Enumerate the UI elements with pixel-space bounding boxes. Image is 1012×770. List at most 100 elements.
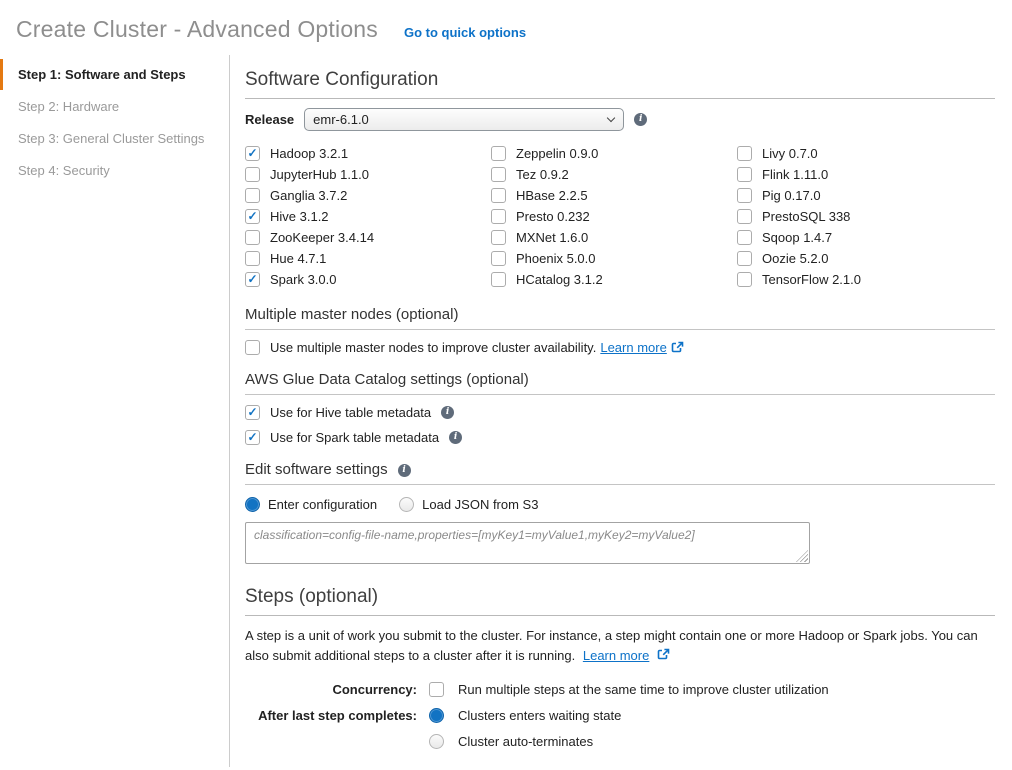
release-label: Release [245,112,294,127]
glue-spark-info-icon[interactable] [449,431,462,444]
application-row: Spark 3.0.0 [245,269,491,290]
concurrency-checkbox-label: Run multiple steps at the same time to i… [458,682,829,697]
application-label: Phoenix 5.0.0 [516,251,596,266]
application-label: HCatalog 3.1.2 [516,272,603,287]
application-checkbox[interactable] [737,230,752,245]
application-label: Oozie 5.2.0 [762,251,829,266]
auto-terminate-radio[interactable] [429,734,444,749]
main-content: Software Configuration Release emr-6.1.0… [230,55,1012,767]
application-checkbox[interactable] [245,272,260,287]
waiting-state-radio[interactable] [429,708,444,723]
load-json-s3-radio[interactable] [399,497,414,512]
application-label: PrestoSQL 338 [762,209,850,224]
glue-hive-checkbox[interactable] [245,405,260,420]
glue-spark-row: Use for Spark table metadata [245,430,995,445]
application-label: HBase 2.2.5 [516,188,588,203]
application-label: Livy 0.7.0 [762,146,818,161]
concurrency-row: Concurrency: Run multiple steps at the s… [245,682,995,697]
application-checkbox[interactable] [245,188,260,203]
application-checkbox[interactable] [491,188,506,203]
page-title: Create Cluster - Advanced Options [16,16,378,43]
edit-software-settings-heading: Edit software settings [245,461,995,485]
application-checkbox[interactable] [491,146,506,161]
application-label: Hive 3.1.2 [270,209,329,224]
page-header: Create Cluster - Advanced Options Go to … [0,0,1012,43]
glue-settings-heading: AWS Glue Data Catalog settings (optional… [245,371,995,395]
application-label: MXNet 1.6.0 [516,230,588,245]
application-label: Hadoop 3.2.1 [270,146,348,161]
application-row: Livy 0.7.0 [737,143,983,164]
application-row: Tez 0.9.2 [491,164,737,185]
multiple-master-checkbox[interactable] [245,340,260,355]
release-row: Release emr-6.1.0 [245,108,995,131]
after-last-step-row: After last step completes: Clusters ente… [245,708,995,723]
create-cluster-page: Create Cluster - Advanced Options Go to … [0,0,1012,770]
application-checkbox[interactable] [245,146,260,161]
multiple-master-nodes-row: Use multiple master nodes to improve clu… [245,340,995,355]
application-checkbox[interactable] [737,188,752,203]
application-checkbox[interactable] [491,230,506,245]
enter-configuration-label: Enter configuration [268,497,377,512]
application-checkbox[interactable] [491,167,506,182]
glue-hive-row: Use for Hive table metadata [245,405,995,420]
application-row: Hive 3.1.2 [245,206,491,227]
sidebar-steps: Step 1: Software and StepsStep 2: Hardwa… [0,55,230,767]
sidebar-step-item[interactable]: Step 4: Security [0,155,229,186]
application-row: JupyterHub 1.1.0 [245,164,491,185]
release-select[interactable]: emr-6.1.0 [304,108,624,131]
configuration-textarea-wrap [245,522,810,564]
application-checkbox[interactable] [737,167,752,182]
waiting-state-label: Clusters enters waiting state [458,708,621,723]
concurrency-label: Concurrency: [245,682,417,697]
steps-learn-more-link[interactable]: Learn more [583,648,649,663]
application-label: Tez 0.9.2 [516,167,569,182]
multiple-master-nodes-heading: Multiple master nodes (optional) [245,306,995,330]
application-label: Ganglia 3.7.2 [270,188,347,203]
application-row: Ganglia 3.7.2 [245,185,491,206]
application-checkbox[interactable] [737,209,752,224]
steps-description: A step is a unit of work you submit to t… [245,626,995,666]
glue-hive-label: Use for Hive table metadata [270,405,431,420]
auto-terminate-label: Cluster auto-terminates [458,734,593,749]
application-row: Hadoop 3.2.1 [245,143,491,164]
application-checkbox[interactable] [245,167,260,182]
application-row: Presto 0.232 [491,206,737,227]
application-label: Hue 4.7.1 [270,251,326,266]
application-label: Sqoop 1.4.7 [762,230,832,245]
application-checkbox[interactable] [491,272,506,287]
application-label: Pig 0.17.0 [762,188,821,203]
glue-hive-info-icon[interactable] [441,406,454,419]
load-json-s3-label: Load JSON from S3 [422,497,538,512]
application-label: ZooKeeper 3.4.14 [270,230,374,245]
application-checkbox[interactable] [245,230,260,245]
application-row: Zeppelin 0.9.0 [491,143,737,164]
enter-configuration-radio[interactable] [245,497,260,512]
application-label: JupyterHub 1.1.0 [270,167,369,182]
application-checkbox[interactable] [245,251,260,266]
application-checkbox[interactable] [737,272,752,287]
go-to-quick-options-link[interactable]: Go to quick options [404,25,526,40]
application-checkbox[interactable] [491,209,506,224]
concurrency-checkbox[interactable] [429,682,444,697]
steps-heading: Steps (optional) [245,586,995,616]
application-checkbox[interactable] [245,209,260,224]
sidebar-step-item[interactable]: Step 2: Hardware [0,91,229,122]
external-link-icon [671,341,684,354]
application-label: Presto 0.232 [516,209,590,224]
edit-software-settings-label: Edit software settings [245,461,388,478]
application-row: Oozie 5.2.0 [737,248,983,269]
application-row: TensorFlow 2.1.0 [737,269,983,290]
edit-software-info-icon[interactable] [398,464,411,477]
sidebar-step-item[interactable]: Step 3: General Cluster Settings [0,123,229,154]
auto-terminate-row: Cluster auto-terminates [245,734,995,749]
glue-spark-checkbox[interactable] [245,430,260,445]
application-checkbox[interactable] [737,146,752,161]
configuration-textarea[interactable] [245,522,810,564]
sidebar-step-item[interactable]: Step 1: Software and Steps [0,59,229,90]
application-checkbox[interactable] [737,251,752,266]
after-last-step-label: After last step completes: [245,708,417,723]
master-learn-more-link[interactable]: Learn more [600,340,666,355]
application-row: Flink 1.11.0 [737,164,983,185]
release-info-icon[interactable] [634,113,647,126]
application-checkbox[interactable] [491,251,506,266]
